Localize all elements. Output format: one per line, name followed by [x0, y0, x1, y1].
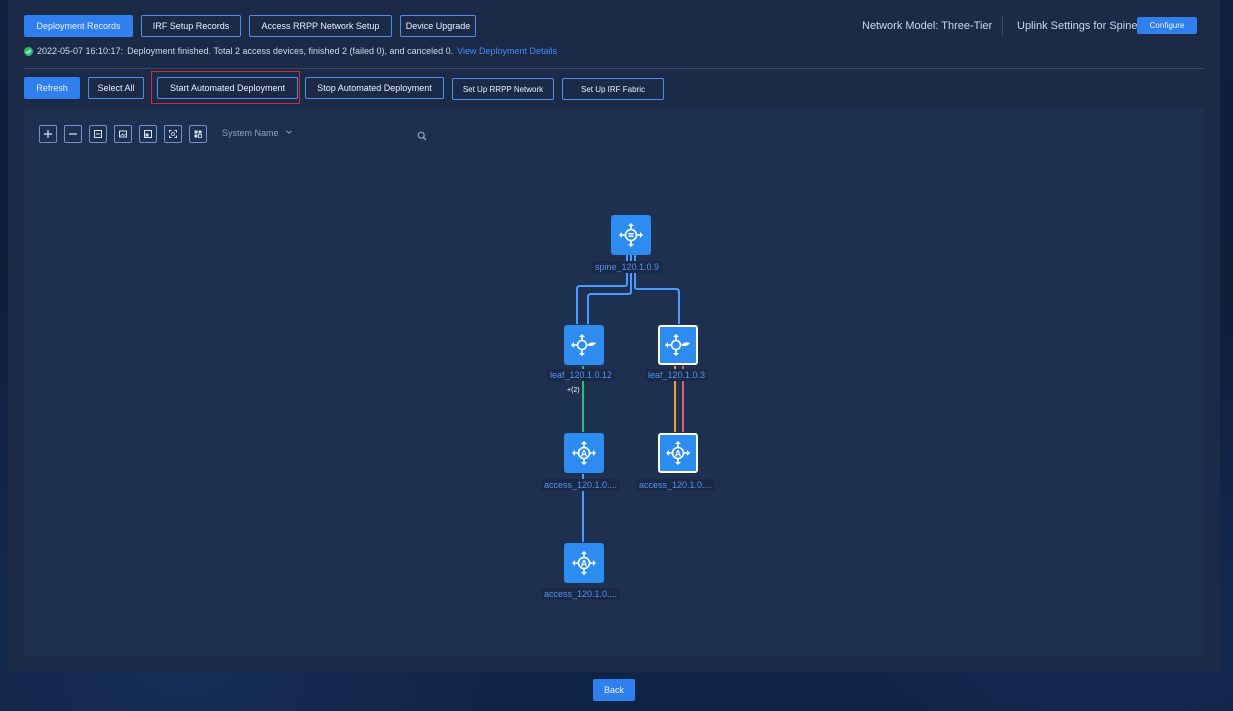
leaf-switch-icon	[571, 334, 596, 356]
svg-text:A: A	[581, 449, 588, 459]
access-node-1[interactable]: A	[564, 433, 604, 473]
leaf-node-1[interactable]	[564, 325, 604, 365]
spine-node-label: spine_120.1.0.9	[592, 261, 663, 273]
leaf-switch-icon	[665, 334, 690, 356]
aggregate-badge[interactable]: +(2)	[567, 387, 580, 394]
access-node-1-label: access_120.1.0....	[541, 479, 621, 491]
access-switch-icon: A	[572, 441, 596, 465]
access-node-3-label: access_120.1.0....	[541, 588, 621, 600]
topology-links	[576, 255, 684, 542]
leaf-node-1-label: leaf_120.1.0.12	[547, 369, 616, 381]
svg-text:A: A	[581, 559, 588, 569]
svg-text:A: A	[675, 449, 682, 459]
leaf-node-2-label: leaf_120.1.0.3	[645, 369, 709, 381]
leaf-node-2[interactable]	[658, 325, 698, 365]
access-switch-icon: A	[572, 551, 596, 575]
spine-switch-icon	[619, 223, 643, 247]
back-button[interactable]: Back	[593, 679, 635, 701]
access-node-2-label: access_120.1.0....	[636, 479, 716, 491]
access-switch-icon: A	[666, 441, 690, 465]
access-node-3[interactable]: A	[564, 543, 604, 583]
spine-node[interactable]	[611, 215, 651, 255]
access-node-2[interactable]: A	[658, 433, 698, 473]
